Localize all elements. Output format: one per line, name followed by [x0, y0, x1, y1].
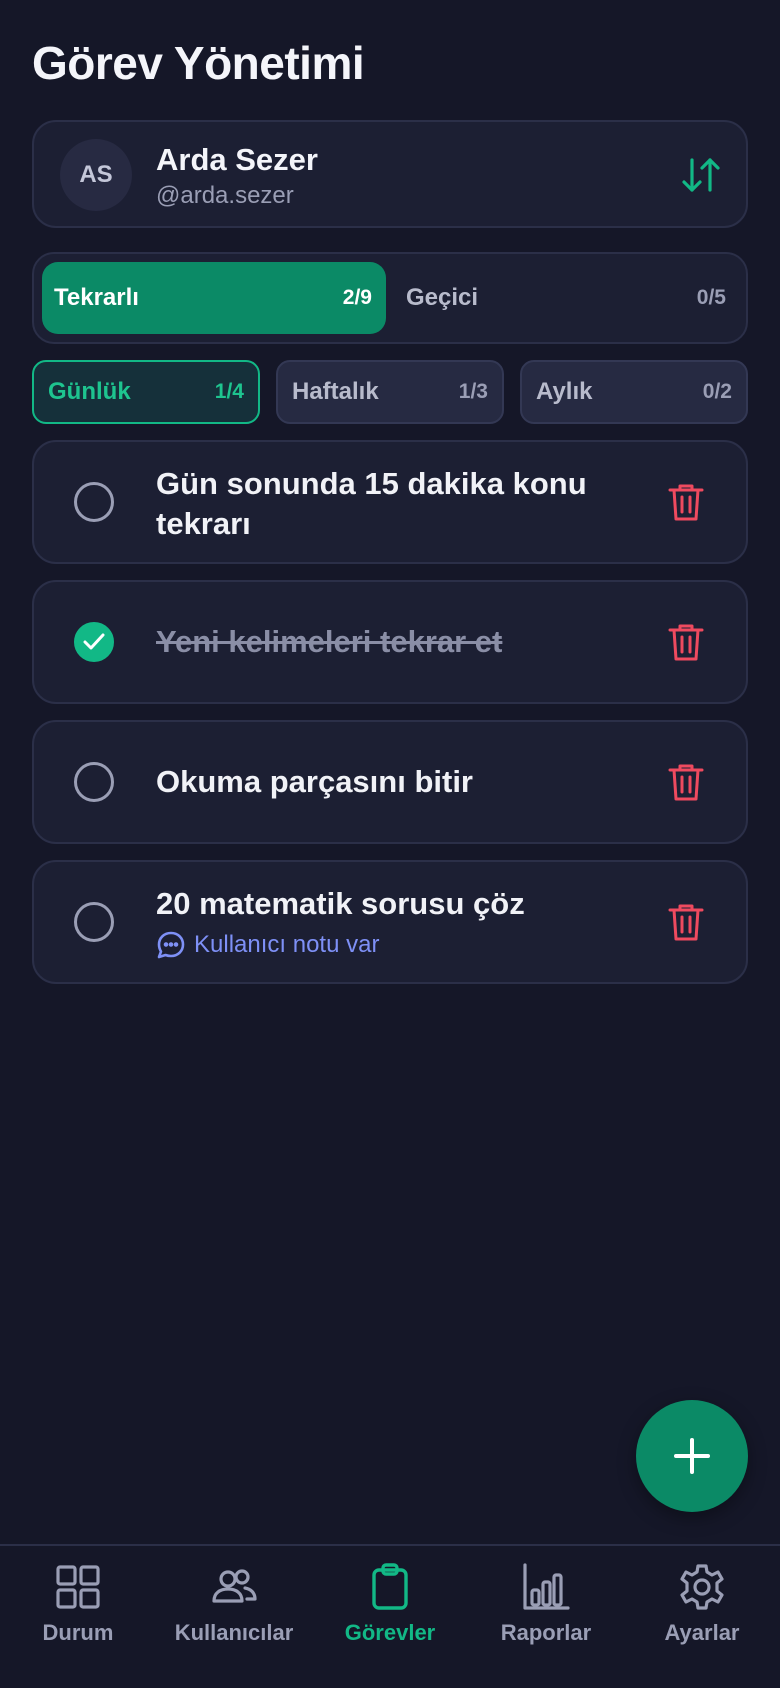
nav-item-reports[interactable]: Raporlar — [468, 1562, 624, 1662]
trash-icon[interactable] — [668, 902, 704, 942]
tab-label: Tekrarlı — [54, 284, 139, 311]
nav-label: Durum — [42, 1620, 114, 1645]
chip-label: Günlük — [48, 378, 131, 405]
chip-monthly[interactable]: Aylık 0/2 — [520, 360, 748, 424]
task-title: Yeni kelimeleri tekrar et — [156, 624, 503, 659]
nav-item-users[interactable]: Kullanıcılar — [156, 1562, 312, 1662]
task-item: Gün sonunda 15 dakika konu tekrarı — [32, 440, 748, 564]
nav-item-tasks[interactable]: Görevler — [312, 1562, 468, 1662]
task-checkbox[interactable] — [74, 482, 114, 522]
sort-arrows-icon[interactable] — [678, 152, 724, 198]
tab-count: 2/9 — [342, 286, 372, 309]
user-name: Arda Sezer — [156, 142, 318, 177]
task-title: 20 matematik sorusu çöz — [156, 886, 525, 921]
nav-item-settings[interactable]: Ayarlar — [624, 1562, 780, 1662]
task-item: Yeni kelimeleri tekrar et — [32, 580, 748, 704]
checkmark-icon — [83, 633, 105, 650]
tab-recurring[interactable]: Tekrarlı 2/9 — [42, 262, 386, 334]
task-checkbox-checked[interactable] — [74, 622, 114, 662]
nav-label: Raporlar — [500, 1620, 592, 1645]
chip-count: 1/4 — [214, 380, 244, 403]
nav-item-status[interactable]: Durum — [0, 1562, 156, 1662]
tab-temporary[interactable]: Geçici 0/5 — [392, 262, 740, 334]
avatar: AS — [60, 139, 132, 211]
chat-bubble-icon — [157, 931, 185, 959]
bar-chart-icon — [523, 1563, 570, 1610]
task-type-tabs: Tekrarlı 2/9 Geçici 0/5 — [32, 252, 748, 344]
task-checkbox[interactable] — [74, 902, 114, 942]
gear-icon — [680, 1564, 724, 1610]
chip-label: Aylık — [536, 378, 593, 405]
nav-label: Ayarlar — [664, 1620, 740, 1645]
plus-icon — [674, 1438, 710, 1474]
tab-label: Geçici — [406, 284, 479, 311]
task-item: Okuma parçasını bitir — [32, 720, 748, 844]
chip-weekly[interactable]: Haftalık 1/3 — [276, 360, 504, 424]
tab-count: 0/5 — [696, 286, 726, 309]
user-note-indicator[interactable]: Kullanıcı notu var — [156, 930, 379, 960]
user-handle: @arda.sezer — [156, 182, 294, 209]
nav-label: Görevler — [344, 1620, 436, 1645]
user-card[interactable]: AS Arda Sezer @arda.sezer — [32, 120, 748, 228]
bottom-navigation: Durum Kullanıcılar Görevler Raporlar Aya… — [0, 1544, 780, 1688]
task-item: 20 matematik sorusu çöz Kullanıcı notu v… — [32, 860, 748, 984]
trash-icon[interactable] — [668, 762, 704, 802]
task-checkbox[interactable] — [74, 762, 114, 802]
page-title: Görev Yönetimi — [32, 37, 365, 89]
trash-icon[interactable] — [668, 482, 704, 522]
trash-icon[interactable] — [668, 622, 704, 662]
nav-label: Kullanıcılar — [174, 1620, 294, 1645]
add-task-button[interactable] — [636, 1400, 748, 1512]
chip-count: 1/3 — [458, 380, 488, 403]
note-text: Kullanıcı notu var — [194, 931, 380, 958]
clipboard-icon — [372, 1563, 408, 1610]
chip-count: 0/2 — [702, 380, 732, 403]
task-title: Gün sonunda 15 dakika konu tekrarı — [156, 466, 587, 541]
chip-daily[interactable]: Günlük 1/4 — [32, 360, 260, 424]
task-title: Okuma parçasını bitir — [156, 764, 473, 799]
grid-icon — [56, 1565, 100, 1609]
chip-label: Haftalık — [292, 378, 379, 405]
users-icon — [212, 1569, 257, 1603]
task-management-screen: Görev Yönetimi AS Arda Sezer @arda.sezer… — [0, 0, 780, 1688]
